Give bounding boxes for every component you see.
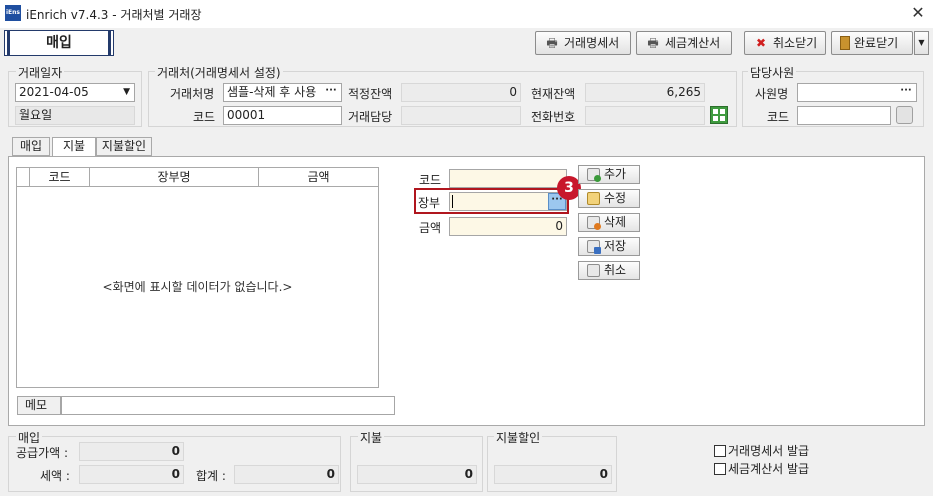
grid-header: 코드 장부명 금액: [17, 168, 378, 187]
staff-code-label: 코드: [767, 110, 790, 124]
save-label: 저장: [604, 239, 627, 253]
print-invoice-label: 거래명세서: [564, 36, 620, 50]
issue-tax-invoice-checkbox[interactable]: 세금계산서 발급: [714, 460, 809, 477]
memo-input[interactable]: [61, 396, 395, 415]
form-amount-input[interactable]: 0: [449, 217, 567, 236]
app-logo-icon: iEns: [5, 5, 21, 21]
add-icon: [587, 168, 601, 182]
memo-label: 메모: [17, 396, 61, 415]
mode-label: 매입: [4, 30, 114, 56]
supply-label: 공급가액 :: [16, 446, 69, 460]
form-ledger-input[interactable]: ···: [449, 192, 567, 211]
add-label: 추가: [604, 167, 627, 181]
contact-label: 거래담당: [348, 110, 393, 124]
print-tax-invoice-label: 세금계산서: [665, 36, 721, 50]
cancel-icon: [587, 264, 600, 277]
tax-value: 0: [79, 465, 184, 484]
delete-button[interactable]: 삭제: [578, 213, 640, 232]
title-bar: iEns iEnrich v7.4.3 - 거래처별 거래장 ✕: [0, 0, 933, 28]
pencil-icon: [587, 192, 600, 205]
cancel-button[interactable]: 취소: [578, 261, 640, 280]
tab-purchase[interactable]: 매입: [12, 137, 50, 156]
grid-empty-message: <화면에 표시할 데이터가 없습니다.>: [102, 280, 293, 294]
save-button[interactable]: 저장: [578, 237, 640, 256]
staff-name-field[interactable]: ···: [797, 83, 917, 102]
database-icon[interactable]: [896, 106, 913, 124]
more-icon[interactable]: ···: [322, 85, 340, 100]
payment-summary-value: 0: [357, 465, 477, 484]
staff-title: 담당사원: [748, 64, 797, 81]
edit-button[interactable]: 수정: [578, 189, 640, 208]
partner-name-value: 샘플-삭제 후 사용: [227, 85, 317, 99]
checkbox-box[interactable]: [714, 444, 726, 457]
tax-label: 세액 :: [40, 469, 70, 483]
current-balance-value: 6,265: [585, 83, 705, 102]
grid-col-ledger[interactable]: 장부명: [90, 168, 258, 186]
delete-label: 삭제: [604, 215, 627, 229]
payment-summary-title: 지불: [358, 429, 385, 446]
text-cursor: [452, 195, 453, 208]
discount-summary-value: 0: [494, 465, 612, 484]
grid-col-amount[interactable]: 금액: [259, 168, 378, 186]
edit-label: 수정: [604, 191, 627, 205]
issue-tax-invoice-label: 세금계산서 발급: [728, 462, 810, 476]
weekday-display: 월요일: [15, 106, 135, 125]
delete-icon: [587, 216, 601, 230]
close-icon[interactable]: ✕: [908, 3, 928, 23]
more-icon[interactable]: ···: [897, 85, 915, 100]
issue-invoice-checkbox[interactable]: 거래명세서 발급: [714, 442, 809, 459]
trade-date-value: 2021-04-05: [19, 85, 89, 99]
trade-date-select[interactable]: 2021-04-05 ▼: [15, 83, 135, 102]
x-icon: ✖: [755, 36, 767, 50]
partner-title: 거래처(거래명세서 설정): [155, 64, 283, 81]
cancel-close-label: 취소닫기: [773, 36, 818, 50]
checkbox-box[interactable]: [714, 462, 726, 475]
tab-payment[interactable]: 지불: [52, 137, 96, 157]
done-close-label: 완료닫기: [854, 36, 899, 50]
discount-summary-title: 지불할인: [494, 429, 543, 446]
cancel-label: 취소: [604, 263, 627, 277]
save-icon: [587, 240, 601, 254]
partner-code-field[interactable]: 00001: [223, 106, 342, 125]
form-code-input[interactable]: [449, 169, 567, 188]
initial-balance-value: 0: [401, 83, 521, 102]
form-ledger-label: 장부: [418, 196, 441, 210]
staff-name-label: 사원명: [755, 87, 789, 101]
form-amount-label: 금액: [419, 221, 442, 235]
printer-icon: 🖶: [546, 36, 558, 50]
done-close-button[interactable]: 완료닫기: [831, 31, 913, 55]
current-balance-label: 현재잔액: [531, 87, 576, 101]
phone-value: [585, 106, 705, 125]
phone-label: 전화번호: [531, 110, 576, 124]
total-label: 합계 :: [196, 469, 226, 483]
partner-name-field[interactable]: 샘플-삭제 후 사용 ···: [223, 83, 342, 102]
grid-icon[interactable]: [710, 106, 728, 124]
form-code-label: 코드: [419, 173, 442, 187]
total-value: 0: [234, 465, 339, 484]
tab-payment-discount[interactable]: 지불할인: [96, 137, 152, 156]
chevron-down-icon: ▼: [123, 87, 130, 97]
cancel-close-button[interactable]: ✖ 취소닫기: [744, 31, 826, 55]
print-invoice-button[interactable]: 🖶 거래명세서: [535, 31, 631, 55]
printer-icon: 🖶: [647, 36, 659, 50]
partner-code-label: 코드: [193, 110, 216, 124]
trade-date-title: 거래일자: [16, 64, 65, 81]
book-icon: [840, 36, 850, 50]
payment-grid[interactable]: 코드 장부명 금액 <화면에 표시할 데이터가 없습니다.>: [16, 167, 379, 388]
done-close-dropdown[interactable]: ▼: [914, 31, 929, 55]
window-title: iEnrich v7.4.3 - 거래처별 거래장: [26, 8, 202, 22]
initial-balance-label: 적정잔액: [348, 87, 393, 101]
grid-col-code[interactable]: 코드: [30, 168, 89, 186]
contact-value: [401, 106, 521, 125]
add-button[interactable]: 추가: [578, 165, 640, 184]
staff-code-field[interactable]: [797, 106, 891, 125]
supply-value: 0: [79, 442, 184, 461]
print-tax-invoice-button[interactable]: 🖶 세금계산서: [636, 31, 732, 55]
partner-name-label: 거래처명: [170, 87, 215, 101]
issue-invoice-label: 거래명세서 발급: [728, 444, 810, 458]
